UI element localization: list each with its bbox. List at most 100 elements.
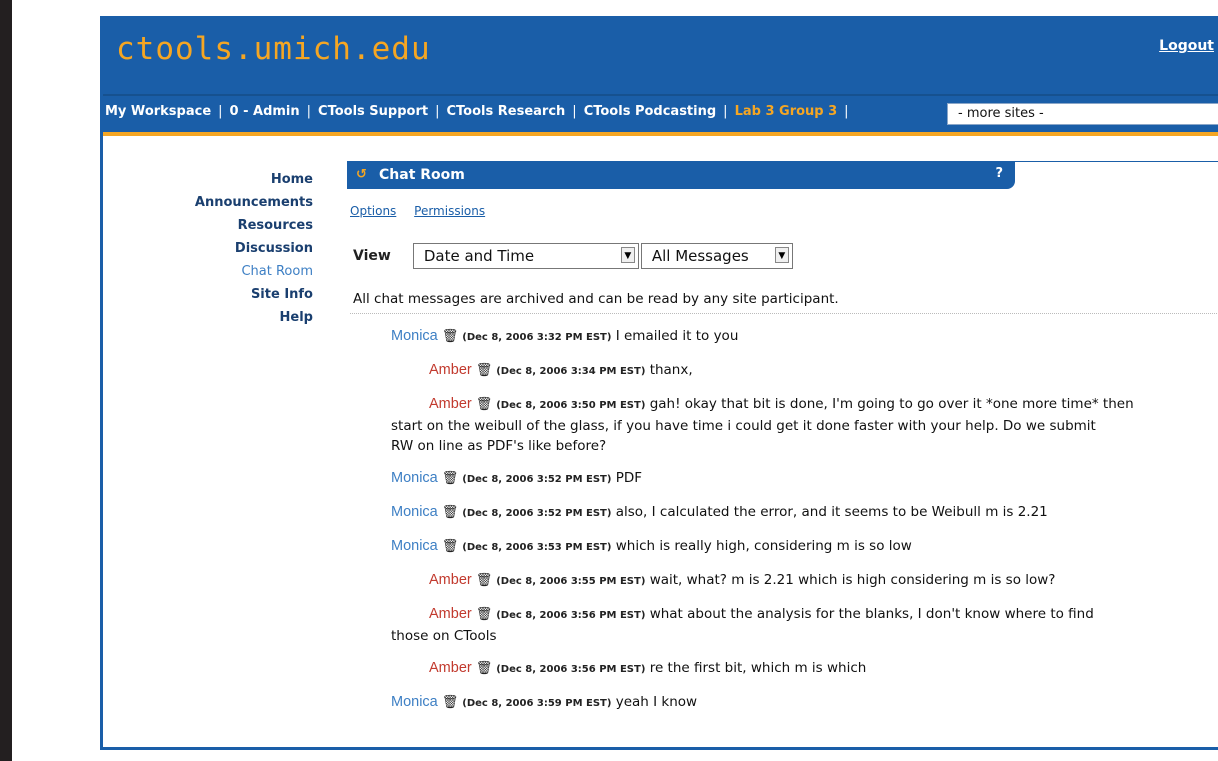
more-sites-select[interactable]: - more sites -: [947, 103, 1218, 125]
view-label: View: [353, 248, 391, 264]
site-tabs: My Workspace | 0 - Admin | CTools Suppor…: [105, 104, 856, 119]
site-title: ctools.umich.edu: [116, 31, 431, 67]
message-author: Amber: [429, 572, 472, 588]
tab-separator: |: [218, 104, 223, 119]
chat-message: Monica 🗑 (Dec 8, 2006 3:52 PM EST) also, I…: [391, 502, 1217, 524]
message-author: Monica: [391, 328, 438, 344]
chat-message: Monica 🗑 (Dec 8, 2006 3:53 PM EST) which i…: [391, 536, 1217, 558]
message-timestamp: (Dec 8, 2006 3:52 PM EST): [462, 474, 612, 485]
chat-message: Amber 🗑 (Dec 8, 2006 3:56 PM EST) re the f…: [391, 658, 1217, 680]
message-text-continued: start on the weibull of the glass, if yo…: [391, 418, 1096, 434]
message-author: Amber: [429, 396, 472, 412]
message-text: I emailed it to you: [615, 328, 739, 344]
tool-menu: Home Announcements Resources Discussion …: [103, 168, 313, 329]
sort-select[interactable]: Date and Time ▼: [412, 243, 639, 269]
trash-icon[interactable]: 🗑: [442, 327, 459, 347]
message-text: which is really high, considering m is s…: [615, 538, 912, 554]
chevron-down-icon: ▼: [620, 247, 635, 263]
nav-item-discussion[interactable]: Discussion: [103, 237, 313, 260]
options-link[interactable]: Options: [350, 204, 396, 218]
chat-message: Amber 🗑 (Dec 8, 2006 3:34 PM EST) thanx,: [391, 360, 1217, 382]
message-author: Amber: [429, 362, 472, 378]
tab-lab3-group3[interactable]: Lab 3 Group 3: [735, 104, 838, 119]
message-author: Monica: [391, 504, 438, 520]
filter-select[interactable]: All Messages ▼: [640, 243, 793, 269]
trash-icon[interactable]: 🗑: [442, 469, 459, 489]
message-text-continued: RW on line as PDF's like before?: [391, 438, 607, 454]
permissions-link[interactable]: Permissions: [414, 204, 485, 218]
header-divider: [103, 132, 1218, 136]
chat-message: Monica 🗑 (Dec 8, 2006 3:52 PM EST) PDF: [391, 468, 1217, 490]
tab-separator: |: [572, 104, 577, 119]
help-icon[interactable]: ?: [995, 166, 1003, 181]
message-timestamp: (Dec 8, 2006 3:52 PM EST): [462, 508, 612, 519]
trash-icon[interactable]: 🗑: [476, 605, 493, 625]
chat-room-icon: ↺: [356, 167, 367, 182]
site-banner: ctools.umich.edu Logout: [103, 16, 1218, 94]
nav-item-resources[interactable]: Resources: [103, 214, 313, 237]
portlet-title-bar: ↺ Chat Room ?: [347, 161, 1015, 189]
view-controls: View Date and Time ▼ All Messages ▼: [353, 243, 795, 269]
message-text: PDF: [615, 470, 643, 486]
archive-note: All chat messages are archived and can b…: [353, 291, 839, 307]
chat-message-list: Monica 🗑 (Dec 8, 2006 3:32 PM EST) I email…: [391, 326, 1217, 726]
message-text: thanx,: [649, 362, 693, 378]
filter-select-value: All Messages: [651, 247, 749, 265]
tab-separator: |: [306, 104, 312, 119]
tab-ctools-podcasting[interactable]: CTools Podcasting: [584, 104, 716, 119]
portlet-title: Chat Room: [379, 167, 465, 183]
nav-item-chat-room[interactable]: Chat Room: [103, 260, 313, 283]
message-author: Amber: [429, 606, 472, 622]
message-text: also, I calculated the error, and it see…: [615, 504, 1048, 520]
chat-message: Monica 🗑 (Dec 8, 2006 3:32 PM EST) I email…: [391, 326, 1217, 348]
messages-divider: [350, 313, 1218, 314]
portlet-toolbar: Options Permissions: [350, 204, 499, 218]
message-timestamp: (Dec 8, 2006 3:32 PM EST): [462, 332, 612, 343]
message-author: Monica: [391, 694, 438, 710]
tab-my-workspace[interactable]: My Workspace: [105, 104, 211, 119]
chat-message: Amber 🗑 (Dec 8, 2006 3:56 PM EST) what abo…: [391, 604, 1217, 646]
tab-separator: |: [844, 104, 849, 119]
trash-icon[interactable]: 🗑: [476, 659, 493, 679]
chat-message: Monica 🗑 (Dec 8, 2006 3:59 PM EST) yeah I …: [391, 692, 1217, 714]
message-text: yeah I know: [615, 694, 698, 710]
trash-icon[interactable]: 🗑: [442, 693, 459, 713]
sort-select-value: Date and Time: [423, 247, 535, 265]
message-timestamp: (Dec 8, 2006 3:56 PM EST): [496, 610, 646, 621]
tab-admin[interactable]: 0 - Admin: [230, 104, 300, 119]
tab-ctools-research[interactable]: CTools Research: [447, 104, 566, 119]
message-text: re the first bit, which m is which: [649, 660, 867, 676]
nav-item-site-info[interactable]: Site Info: [103, 283, 313, 306]
message-author: Monica: [391, 538, 438, 554]
message-text: gah! okay that bit is done, I'm going to…: [649, 396, 1134, 412]
message-timestamp: (Dec 8, 2006 3:55 PM EST): [496, 576, 646, 587]
message-text-continued: those on CTools: [391, 628, 497, 644]
nav-item-home[interactable]: Home: [103, 168, 313, 191]
logout-link[interactable]: Logout: [1159, 38, 1214, 54]
chevron-down-icon: ▼: [774, 247, 789, 263]
message-text: wait, what? m is 2.21 which is high cons…: [649, 572, 1056, 588]
trash-icon[interactable]: 🗑: [476, 571, 493, 591]
message-author: Monica: [391, 470, 438, 486]
trash-icon[interactable]: 🗑: [476, 361, 493, 381]
message-text: what about the analysis for the blanks, …: [649, 606, 1094, 622]
message-timestamp: (Dec 8, 2006 3:34 PM EST): [496, 366, 646, 377]
left-edge-bar: [0, 0, 12, 761]
site-tabs-bar: My Workspace | 0 - Admin | CTools Suppor…: [103, 94, 1218, 132]
message-timestamp: (Dec 8, 2006 3:53 PM EST): [462, 542, 612, 553]
message-author: Amber: [429, 660, 472, 676]
chat-message: Amber 🗑 (Dec 8, 2006 3:55 PM EST) wait, wh…: [391, 570, 1217, 592]
nav-item-announcements[interactable]: Announcements: [103, 191, 313, 214]
chat-message: Amber 🗑 (Dec 8, 2006 3:50 PM EST) gah! oka…: [391, 394, 1217, 456]
portlet-rule: [1015, 161, 1218, 162]
trash-icon[interactable]: 🗑: [476, 395, 493, 415]
tab-separator: |: [723, 104, 728, 119]
message-timestamp: (Dec 8, 2006 3:59 PM EST): [462, 698, 612, 709]
trash-icon[interactable]: 🗑: [442, 537, 459, 557]
ctools-window: ctools.umich.edu Logout My Workspace | 0…: [100, 16, 1218, 750]
tab-separator: |: [435, 104, 440, 119]
nav-item-help[interactable]: Help: [103, 306, 313, 329]
tab-ctools-support[interactable]: CTools Support: [318, 104, 428, 119]
trash-icon[interactable]: 🗑: [442, 503, 459, 523]
message-timestamp: (Dec 8, 2006 3:56 PM EST): [496, 664, 646, 675]
